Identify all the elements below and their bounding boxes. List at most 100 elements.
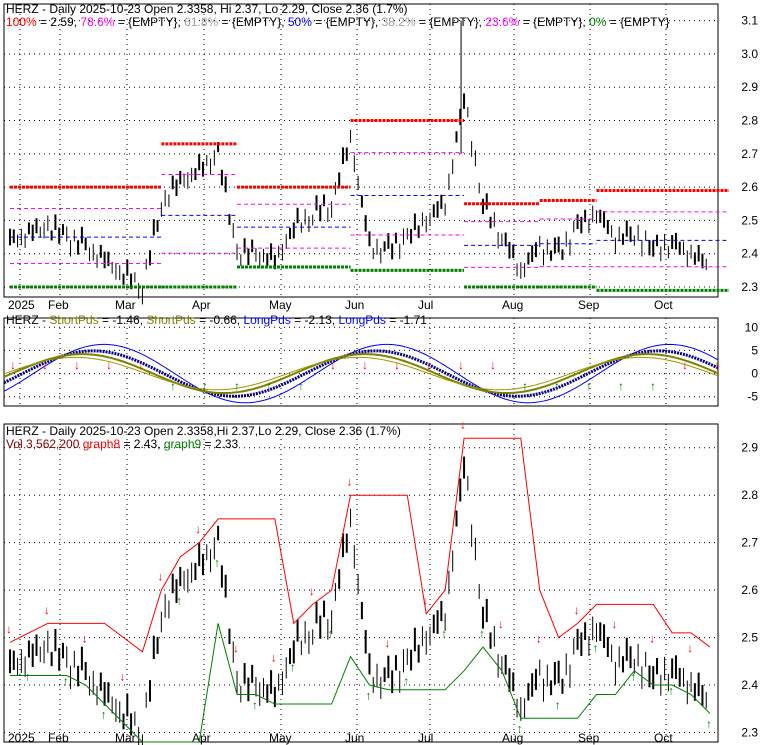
- price-title: HERZ - Daily 2025-10-23 Open 2.3358, Hi …: [6, 2, 408, 16]
- buy-arrow: ↑: [234, 379, 240, 393]
- chart-svg: 2.3 2.4 2.5 2.6 2.7 2.8 2.9 3.0 3.1 2025 Feb Mar Apr…: [3, 3, 759, 745]
- buy-arrow: ↑: [592, 641, 598, 655]
- sell-arrow: ↓: [384, 636, 390, 650]
- y-tick-label: 2.4: [741, 678, 758, 692]
- buy-arrow: ↑: [252, 698, 258, 712]
- y-tick-label: 5: [751, 343, 758, 357]
- y-tick-label: -5: [747, 390, 758, 404]
- y-tick-label: 3.1: [741, 14, 758, 28]
- y-tick-label: 2.4: [741, 247, 758, 261]
- sell-arrow: ↓: [611, 617, 617, 631]
- x-tick-label: Jun: [345, 298, 364, 312]
- volume-text: Vol 3,562,200: [6, 437, 80, 451]
- fib-label: 61.8%: [184, 15, 219, 29]
- graph8-line: [9, 437, 711, 653]
- buy-arrow: ↑: [441, 627, 447, 641]
- x-tick-label: Sep: [578, 731, 600, 745]
- fib-value: = {EMPTY},: [311, 15, 382, 29]
- sell-arrow: ↓: [309, 584, 315, 598]
- buy-arrow: ↑: [266, 379, 272, 393]
- x-tick-label: Jun: [345, 731, 364, 745]
- price-title-text: HERZ - Daily 2025-10-23 Open 2.3358, Hi …: [6, 2, 408, 16]
- buy-arrow: ↑: [668, 684, 674, 698]
- x-tick-label: Feb: [48, 298, 69, 312]
- y-tick-label: 2.9: [741, 441, 758, 455]
- sell-arrow: ↓: [138, 358, 144, 372]
- buy-arrow: ↑: [214, 555, 220, 569]
- fib-label: 78.6%: [80, 15, 115, 29]
- y-tick-label: 2.5: [741, 631, 758, 645]
- sell-arrow: ↓: [362, 358, 368, 372]
- x-tick-label: 2025: [8, 298, 35, 312]
- osc-legend-label: ShortPds: [146, 313, 196, 327]
- buy-arrow: ↑: [63, 674, 69, 688]
- fib-label: 38.2%: [381, 15, 416, 29]
- stops-title-text: HERZ - Daily 2025-10-23 Open 2.3358,Hi 2…: [6, 424, 401, 438]
- oscillator-line: [3, 343, 719, 404]
- sell-arrow: ↓: [458, 358, 464, 372]
- x-tick-label: Jul: [418, 731, 433, 745]
- fib-value: = {EMPTY},: [519, 15, 590, 29]
- sell-arrow: ↓: [120, 669, 126, 683]
- buy-arrow: ↑: [522, 379, 528, 393]
- sell-arrow: ↓: [82, 631, 88, 645]
- x-tick-label: 2025: [8, 731, 35, 745]
- x-tick-label: Oct: [654, 298, 673, 312]
- x-tick-label: Sep: [578, 298, 600, 312]
- x-tick-label: Apr: [192, 298, 211, 312]
- x-tick-label: May: [269, 298, 292, 312]
- buy-arrow: ↑: [25, 669, 31, 683]
- x-tick-label: Mar: [115, 731, 136, 745]
- sell-arrow: ↓: [271, 650, 277, 664]
- stops-title: HERZ - Daily 2025-10-23 Open 2.3358,Hi 2…: [6, 424, 401, 438]
- buy-arrow: ↑: [328, 627, 334, 641]
- osc-legend-value: = -2.13,: [290, 313, 339, 327]
- y-tick-label: 0: [751, 367, 758, 381]
- fib-label: 100%: [6, 15, 37, 29]
- y-tick-label: 2.6: [741, 583, 758, 597]
- buy-arrow: ↑: [706, 717, 712, 731]
- buy-arrow: ↑: [554, 379, 560, 393]
- sell-arrow: ↓: [460, 418, 466, 432]
- stops-legend-value: = 2.33: [201, 437, 239, 451]
- buy-arrow: ↑: [479, 627, 485, 641]
- sell-arrow: ↓: [574, 603, 580, 617]
- y-tick-label: 2.8: [741, 488, 758, 502]
- sell-arrow: ↓: [42, 358, 48, 372]
- sell-arrow: ↓: [347, 475, 353, 489]
- sell-arrow: ↓: [422, 593, 428, 607]
- sell-arrow: ↓: [195, 522, 201, 536]
- sell-arrow: ↓: [330, 358, 336, 372]
- sell-arrow: ↓: [536, 631, 542, 645]
- osc-legend-label: LongPds: [338, 313, 386, 327]
- sell-arrow: ↓: [426, 358, 432, 372]
- chart-container: 2.3 2.4 2.5 2.6 2.7 2.8 2.9 3.0 3.1 2025 Feb Mar Apr…: [0, 0, 780, 745]
- buy-arrow: ↑: [365, 688, 371, 702]
- sell-arrow: ↓: [498, 617, 504, 631]
- y-tick-label: 2.6: [741, 180, 758, 194]
- buy-arrow: ↑: [403, 674, 409, 688]
- fib-label: 0%: [589, 15, 607, 29]
- y-tick-label: 2.8: [741, 114, 758, 128]
- y-tick-label: 2.3: [741, 726, 758, 740]
- y-tick-label: 10: [745, 320, 759, 334]
- sell-arrow: ↓: [10, 358, 16, 372]
- x-tick-label: Apr: [192, 731, 211, 745]
- panel-frame: [3, 3, 719, 298]
- sell-arrow: ↓: [687, 641, 693, 655]
- buy-arrow: ↑: [618, 379, 624, 393]
- fib-label: 23.6%: [485, 15, 520, 29]
- buy-arrow: ↑: [298, 379, 304, 393]
- buy-arrow: ↑: [555, 698, 561, 712]
- fib-label: 50%: [287, 15, 312, 29]
- fib-value: = 2.59,: [36, 15, 81, 29]
- stops-legend-value: = 2.43,: [120, 437, 164, 451]
- buy-arrow: ↑: [202, 379, 208, 393]
- x-tick-label: Aug: [502, 298, 523, 312]
- buy-arrow: ↑: [630, 669, 636, 683]
- osc-legend-value: = -1.46,: [98, 313, 147, 327]
- osc-legend-label: LongPds: [243, 313, 291, 327]
- osc-legend-value: = -1.71: [385, 313, 427, 327]
- oscillator-legend: HERZ - ShortPds = -1.46, ShortPds = -0.6…: [6, 313, 427, 327]
- fib-value: = {EMPTY},: [415, 15, 486, 29]
